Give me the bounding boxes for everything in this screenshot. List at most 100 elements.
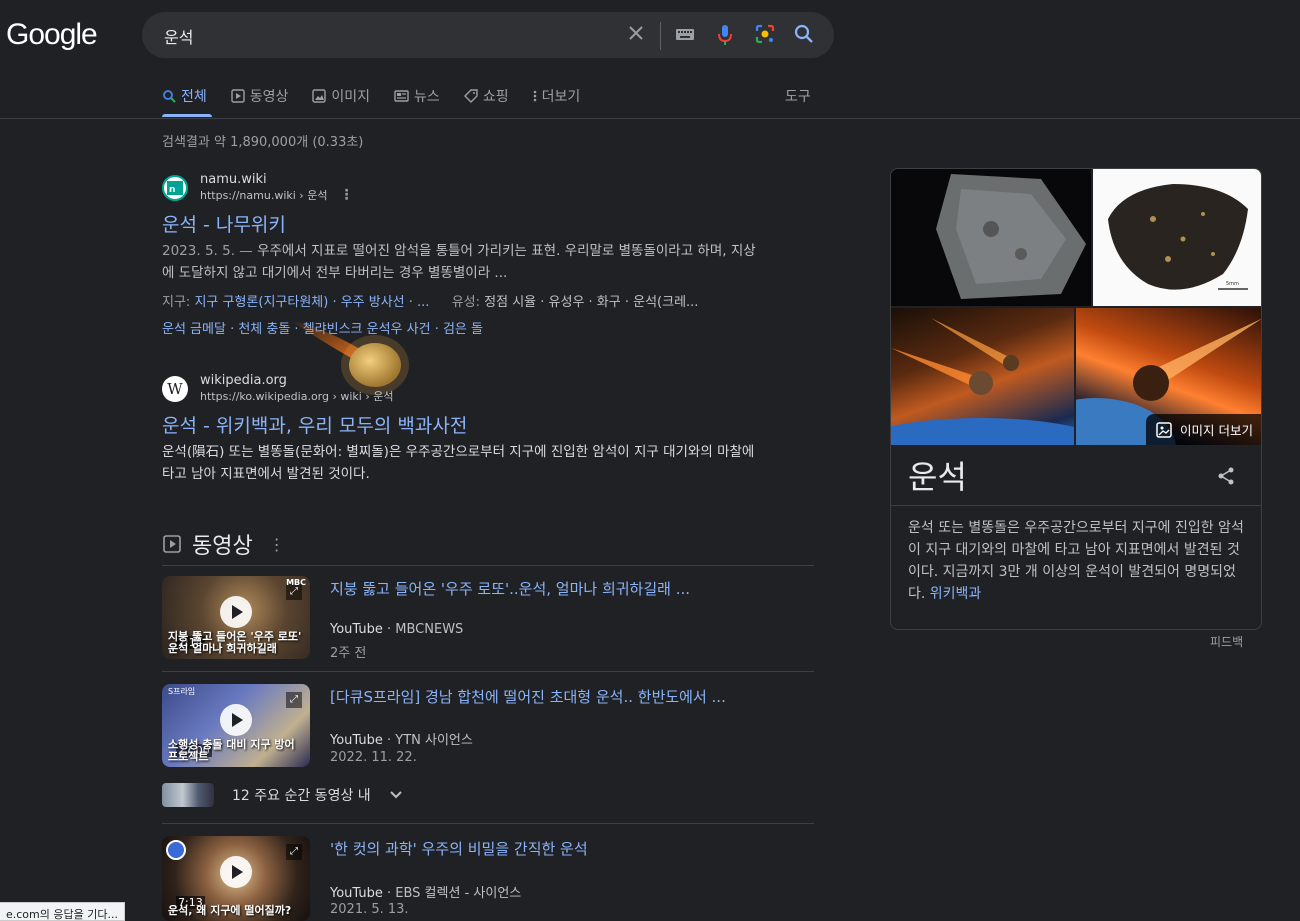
video-source: YouTube · YTN 사이언스 xyxy=(330,729,473,748)
result-title[interactable]: 운석 - 나무위키 xyxy=(162,210,286,237)
site-url[interactable]: https://ko.wikipedia.org › wiki › 운석 xyxy=(200,388,394,404)
divider xyxy=(162,671,814,672)
channel-badge: MBC xyxy=(286,578,306,587)
video-thumbnail[interactable]: 2:14 지붕 뚫고 들어온 '우주 로또' 운석 얼마나 희귀하길래 ⤢ MB… xyxy=(162,576,310,659)
attr-value: 정점 시율 · 유성우 · 화구 · 운석(크레... xyxy=(484,295,699,310)
knowledge-panel: 5mm 이미지 더보기 운석 운석 또는 별똥돌은 우주공간으로부터 지구에 진… xyxy=(890,168,1262,630)
videos-title: 동영상 xyxy=(192,534,253,559)
video-source: YouTube · EBS 컬렉션 - 사이언스 xyxy=(330,882,521,901)
tab-label: 쇼핑 xyxy=(482,89,509,105)
namu-favicon: n xyxy=(162,174,188,201)
result-stats: 검색결과 약 1,890,000개 (0.33초) xyxy=(162,135,364,150)
result-snippet: 2023. 5. 5. — 우주에서 지표로 떨어진 암석을 통틀어 가리키는 … xyxy=(162,240,762,284)
search-box[interactable]: 운석 xyxy=(142,12,834,58)
play-button-icon xyxy=(220,704,252,736)
play-button-icon xyxy=(220,596,252,628)
video-title[interactable]: 지붕 뚫고 들어온 '우주 로또'..운석, 얼마나 희귀하길래 ... xyxy=(330,578,790,599)
lens-icon[interactable] xyxy=(753,23,777,47)
search-icon[interactable] xyxy=(792,23,816,47)
result-namu: n namu.wiki https://namu.wiki › 운석 ⋮ xyxy=(162,172,353,203)
kp-image-meteor-shower[interactable] xyxy=(891,308,1074,445)
scale-label: 5mm xyxy=(1226,281,1239,287)
channel-logo-icon xyxy=(166,840,186,860)
tab-news[interactable]: 뉴스 xyxy=(394,86,440,106)
result-snippet: 운석(隕石) 또는 별똥돌(문화어: 별찌돌)은 우주공간으로부터 지구에 진입… xyxy=(162,444,755,482)
key-moments-toggle[interactable]: 12 주요 순간 동영상 내 xyxy=(162,783,403,807)
kp-description: 운석 또는 별똥돌은 우주공간으로부터 지구에 진입한 암석이 지구 대기와의 … xyxy=(908,517,1248,605)
kp-image-meteorite-1[interactable] xyxy=(891,169,1091,306)
microphone-icon[interactable] xyxy=(713,23,737,47)
tab-shopping[interactable]: 쇼핑 xyxy=(463,86,509,106)
tab-label: 이미지 xyxy=(331,89,371,105)
attr-key: 유성: xyxy=(451,295,485,310)
video-date: 2주 전 xyxy=(330,646,367,661)
channel-name: · YTN 사이언스 xyxy=(382,733,473,748)
tag-icon xyxy=(463,89,478,103)
more-vert-icon[interactable]: ⋮ xyxy=(269,535,285,554)
result-attributes: 지구: 지구 구형론(지구타원체) · 우주 방사선 · ... 유성: 정점 … xyxy=(162,291,762,310)
tab-more[interactable]: 더보기 xyxy=(533,86,581,106)
browser-status-bar: e.com의 응답을 기다... xyxy=(0,902,125,921)
kp-image-meteor-earth[interactable]: 이미지 더보기 xyxy=(1076,308,1261,445)
kp-image-meteorite-2[interactable]: 5mm xyxy=(1093,169,1261,306)
video-source: YouTube · MBCNEWS xyxy=(330,622,463,637)
attr-links[interactable]: 지구 구형론(지구타원체) · 우주 방사선 · ... xyxy=(194,295,429,310)
video-title[interactable]: '한 컷의 과학' 우주의 비밀을 간직한 운석 xyxy=(330,838,790,859)
video-date: 2022. 11. 22. xyxy=(330,750,417,765)
thumbnail-caption: 운석, 왜 지구에 떨어질까? xyxy=(168,904,292,917)
tab-label: 더보기 xyxy=(541,89,581,105)
tab-label: 전체 xyxy=(181,89,207,105)
videos-section-heading: 동영상 ⋮ xyxy=(162,528,285,560)
source-name: YouTube xyxy=(330,622,383,637)
image-icon xyxy=(1156,421,1172,438)
thumbnail-caption: 지붕 뚫고 들어온 '우주 로또' 운석 얼마나 희귀하길래 xyxy=(168,630,302,655)
more-vert-icon xyxy=(533,90,536,102)
more-vert-icon[interactable]: ⋮ xyxy=(339,187,353,203)
image-icon xyxy=(312,89,327,103)
feedback-link[interactable]: 피드백 xyxy=(1210,633,1243,650)
thumbnail-caption: 소행성 충돌 대비 지구 방어 프로젝트 xyxy=(168,738,295,763)
wikipedia-favicon: W xyxy=(162,375,188,402)
tab-images[interactable]: 이미지 xyxy=(312,86,370,106)
channel-name: · EBS 컬렉션 - 사이언스 xyxy=(382,886,522,901)
keyboard-icon[interactable] xyxy=(673,23,697,47)
kp-title: 운석 xyxy=(908,458,967,496)
result-date: 2023. 5. 5. — xyxy=(162,243,258,259)
video-date: 2021. 5. 13. xyxy=(330,902,409,917)
site-name[interactable]: wikipedia.org xyxy=(200,373,394,388)
kp-source-link[interactable]: 위키백과 xyxy=(930,586,982,602)
play-button-icon xyxy=(220,856,252,888)
site-name[interactable]: namu.wiki xyxy=(200,172,353,187)
play-icon xyxy=(163,535,181,553)
svg-text:n: n xyxy=(169,185,175,195)
site-url[interactable]: https://namu.wiki › 운석 xyxy=(200,187,327,203)
video-thumbnail[interactable]: 27:00 소행성 충돌 대비 지구 방어 프로젝트 ⤢ S프라임 xyxy=(162,684,310,767)
expand-icon: ⤢ xyxy=(286,844,302,860)
play-icon xyxy=(231,89,245,103)
source-name: YouTube xyxy=(330,886,383,901)
news-icon xyxy=(394,90,409,102)
expand-icon: ⤢ xyxy=(286,692,302,708)
clear-icon[interactable] xyxy=(624,23,648,47)
tools-button[interactable]: 도구 xyxy=(785,86,811,106)
source-name: YouTube xyxy=(330,733,383,748)
key-moments-thumbnails xyxy=(162,783,214,807)
search-tabs: 전체 동영상 이미지 뉴스 쇼핑 더보기 xyxy=(162,86,604,118)
more-images-button[interactable]: 이미지 더보기 xyxy=(1146,414,1261,445)
channel-badge: S프라임 xyxy=(168,687,196,696)
video-title[interactable]: [다큐S프라임] 경남 합천에 떨어진 초대형 운석.. 한반도에서 ... xyxy=(330,686,790,707)
video-thumbnail[interactable]: 7:13 운석, 왜 지구에 떨어질까? ⤢ xyxy=(162,836,310,921)
sitelinks[interactable]: 운석 금메달 · 천체 충돌 · 첼랴빈스크 운석우 사건 · 검은 돌 xyxy=(162,318,483,337)
tab-all[interactable]: 전체 xyxy=(162,86,207,106)
google-logo[interactable]: Google xyxy=(6,18,98,52)
tab-label: 뉴스 xyxy=(414,89,440,105)
divider xyxy=(162,565,814,566)
search-divider xyxy=(660,22,661,50)
tab-label: 동영상 xyxy=(249,89,289,105)
search-input[interactable]: 운석 xyxy=(164,24,193,48)
result-title[interactable]: 운석 - 위키백과, 우리 모두의 백과사전 xyxy=(162,411,467,438)
result-wikipedia: W wikipedia.org https://ko.wikipedia.org… xyxy=(162,373,394,404)
tab-videos[interactable]: 동영상 xyxy=(231,86,289,106)
more-images-label: 이미지 더보기 xyxy=(1180,423,1253,438)
share-icon[interactable] xyxy=(1217,467,1235,489)
